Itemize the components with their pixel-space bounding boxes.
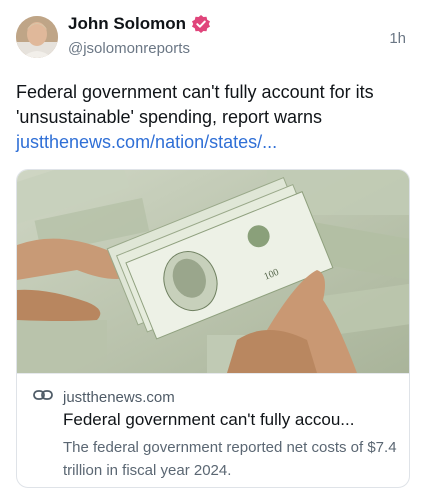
card-body: justthenews.com Federal government can't… [17, 373, 409, 487]
avatar[interactable] [16, 16, 58, 58]
post-link[interactable]: justthenews.com/nation/states/... [16, 132, 277, 152]
author-row: John Solomon [68, 14, 211, 34]
card-domain: justthenews.com [63, 389, 175, 406]
card-domain-row: justthenews.com [33, 388, 175, 407]
card-description: The federal government reported net cost… [63, 439, 397, 479]
avatar-photo-icon [16, 16, 58, 58]
card-image: 100 [17, 170, 409, 375]
link-preview-card[interactable]: 100 justthenews.com Federal government c… [16, 169, 410, 488]
post-text: Federal government can't fully account f… [16, 82, 374, 127]
author-name[interactable]: John Solomon [68, 14, 186, 34]
post-time: 1h [389, 30, 406, 47]
post-text-block: Federal government can't fully account f… [16, 80, 411, 155]
card-title: Federal government can't fully accou... [63, 410, 355, 429]
author-handle[interactable]: @jsolomonreports [68, 40, 190, 57]
link-chain-icon [33, 388, 53, 407]
post: John Solomon @jsolomonreports 1h Federal… [0, 0, 424, 500]
verified-badge-icon [191, 14, 211, 34]
